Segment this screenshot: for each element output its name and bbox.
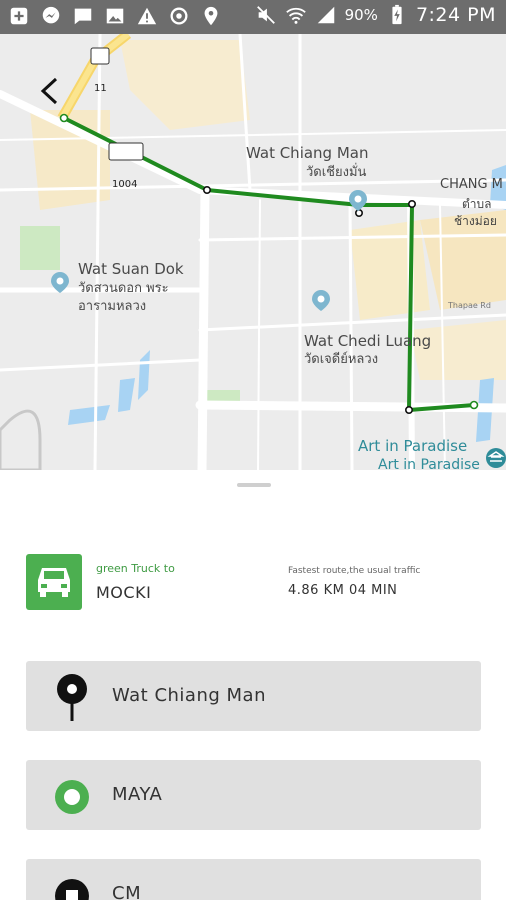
wifi-icon [285, 4, 307, 26]
map-base [0, 34, 506, 470]
clock: 7:24 PM [415, 4, 496, 26]
stop-item[interactable]: Wat Chiang Man [26, 661, 481, 731]
route-waypoint[interactable] [354, 209, 363, 218]
area-label: CHANG M [440, 177, 503, 192]
museum-pin-icon[interactable] [486, 448, 506, 468]
chevron-left-icon [40, 77, 58, 105]
stop-item[interactable]: CM [26, 859, 481, 900]
route-waypoint[interactable] [404, 405, 413, 414]
add-icon [8, 5, 30, 27]
stop-item[interactable]: MAYA [26, 760, 481, 830]
destination-label: MOCKI [96, 583, 152, 602]
truck-icon [26, 554, 82, 610]
stop-label: MAYA [112, 784, 163, 805]
street-label: Thapae Rd [448, 301, 491, 310]
battery-percent: 90% [344, 6, 378, 24]
road-shield-label: 1004 [112, 179, 138, 190]
image-icon [104, 5, 126, 27]
battery-charging-icon [386, 4, 408, 26]
park-area [20, 226, 60, 270]
poi-label-th[interactable]: วัดสวนดอก พระ [78, 280, 169, 298]
map-view[interactable]: 11 1004 Wat Chiang Man วัดเชียงมั่น Wat … [0, 34, 506, 470]
vehicle-title: green Truck to [96, 562, 175, 575]
area-label-th: ช้างม่อย [454, 214, 497, 228]
location-icon [200, 5, 222, 27]
warning-icon [136, 5, 158, 27]
route-summary-title: Fastest route,the usual traffic [288, 566, 421, 576]
poi-label-th[interactable]: วัดเชียงมั่น [306, 164, 366, 182]
circle-icon [52, 774, 92, 820]
road-shield-1004 [108, 142, 144, 161]
road-shield-label: 11 [94, 83, 107, 94]
mute-icon [255, 4, 277, 26]
sync-icon [168, 5, 190, 27]
messenger-icon [40, 5, 62, 27]
square-stop-icon [52, 873, 92, 900]
back-button[interactable] [34, 74, 64, 108]
route-waypoint[interactable] [407, 200, 416, 209]
status-bar: 90% 7:24 PM [0, 0, 506, 34]
poi-label[interactable]: Wat Suan Dok [78, 260, 184, 279]
poi-label[interactable]: Wat Chedi Luang [304, 332, 431, 351]
poi-label[interactable]: Wat Chiang Man [246, 144, 369, 163]
pin-icon [52, 674, 92, 721]
drag-handle[interactable] [237, 483, 271, 487]
signal-icon [315, 4, 337, 26]
stop-label: Wat Chiang Man [112, 685, 266, 706]
route-sheet: green Truck to MOCKI Fastest route,the u… [0, 470, 506, 900]
route-distance-time: 4.86 KM 04 MIN [288, 583, 398, 598]
poi-label[interactable]: Art in Paradise [358, 437, 467, 456]
route-waypoint[interactable] [203, 186, 212, 195]
message-icon [72, 5, 94, 27]
route-start[interactable] [59, 113, 69, 123]
road-shield-11 [90, 47, 110, 65]
poi-label[interactable]: Art in Paradise [378, 456, 480, 470]
route-end[interactable] [469, 400, 479, 410]
poi-label-th[interactable]: วัดเจดีย์หลวง [304, 351, 378, 369]
poi-label-th[interactable]: อารามหลวง [78, 298, 146, 316]
stop-label: CM [112, 883, 142, 900]
